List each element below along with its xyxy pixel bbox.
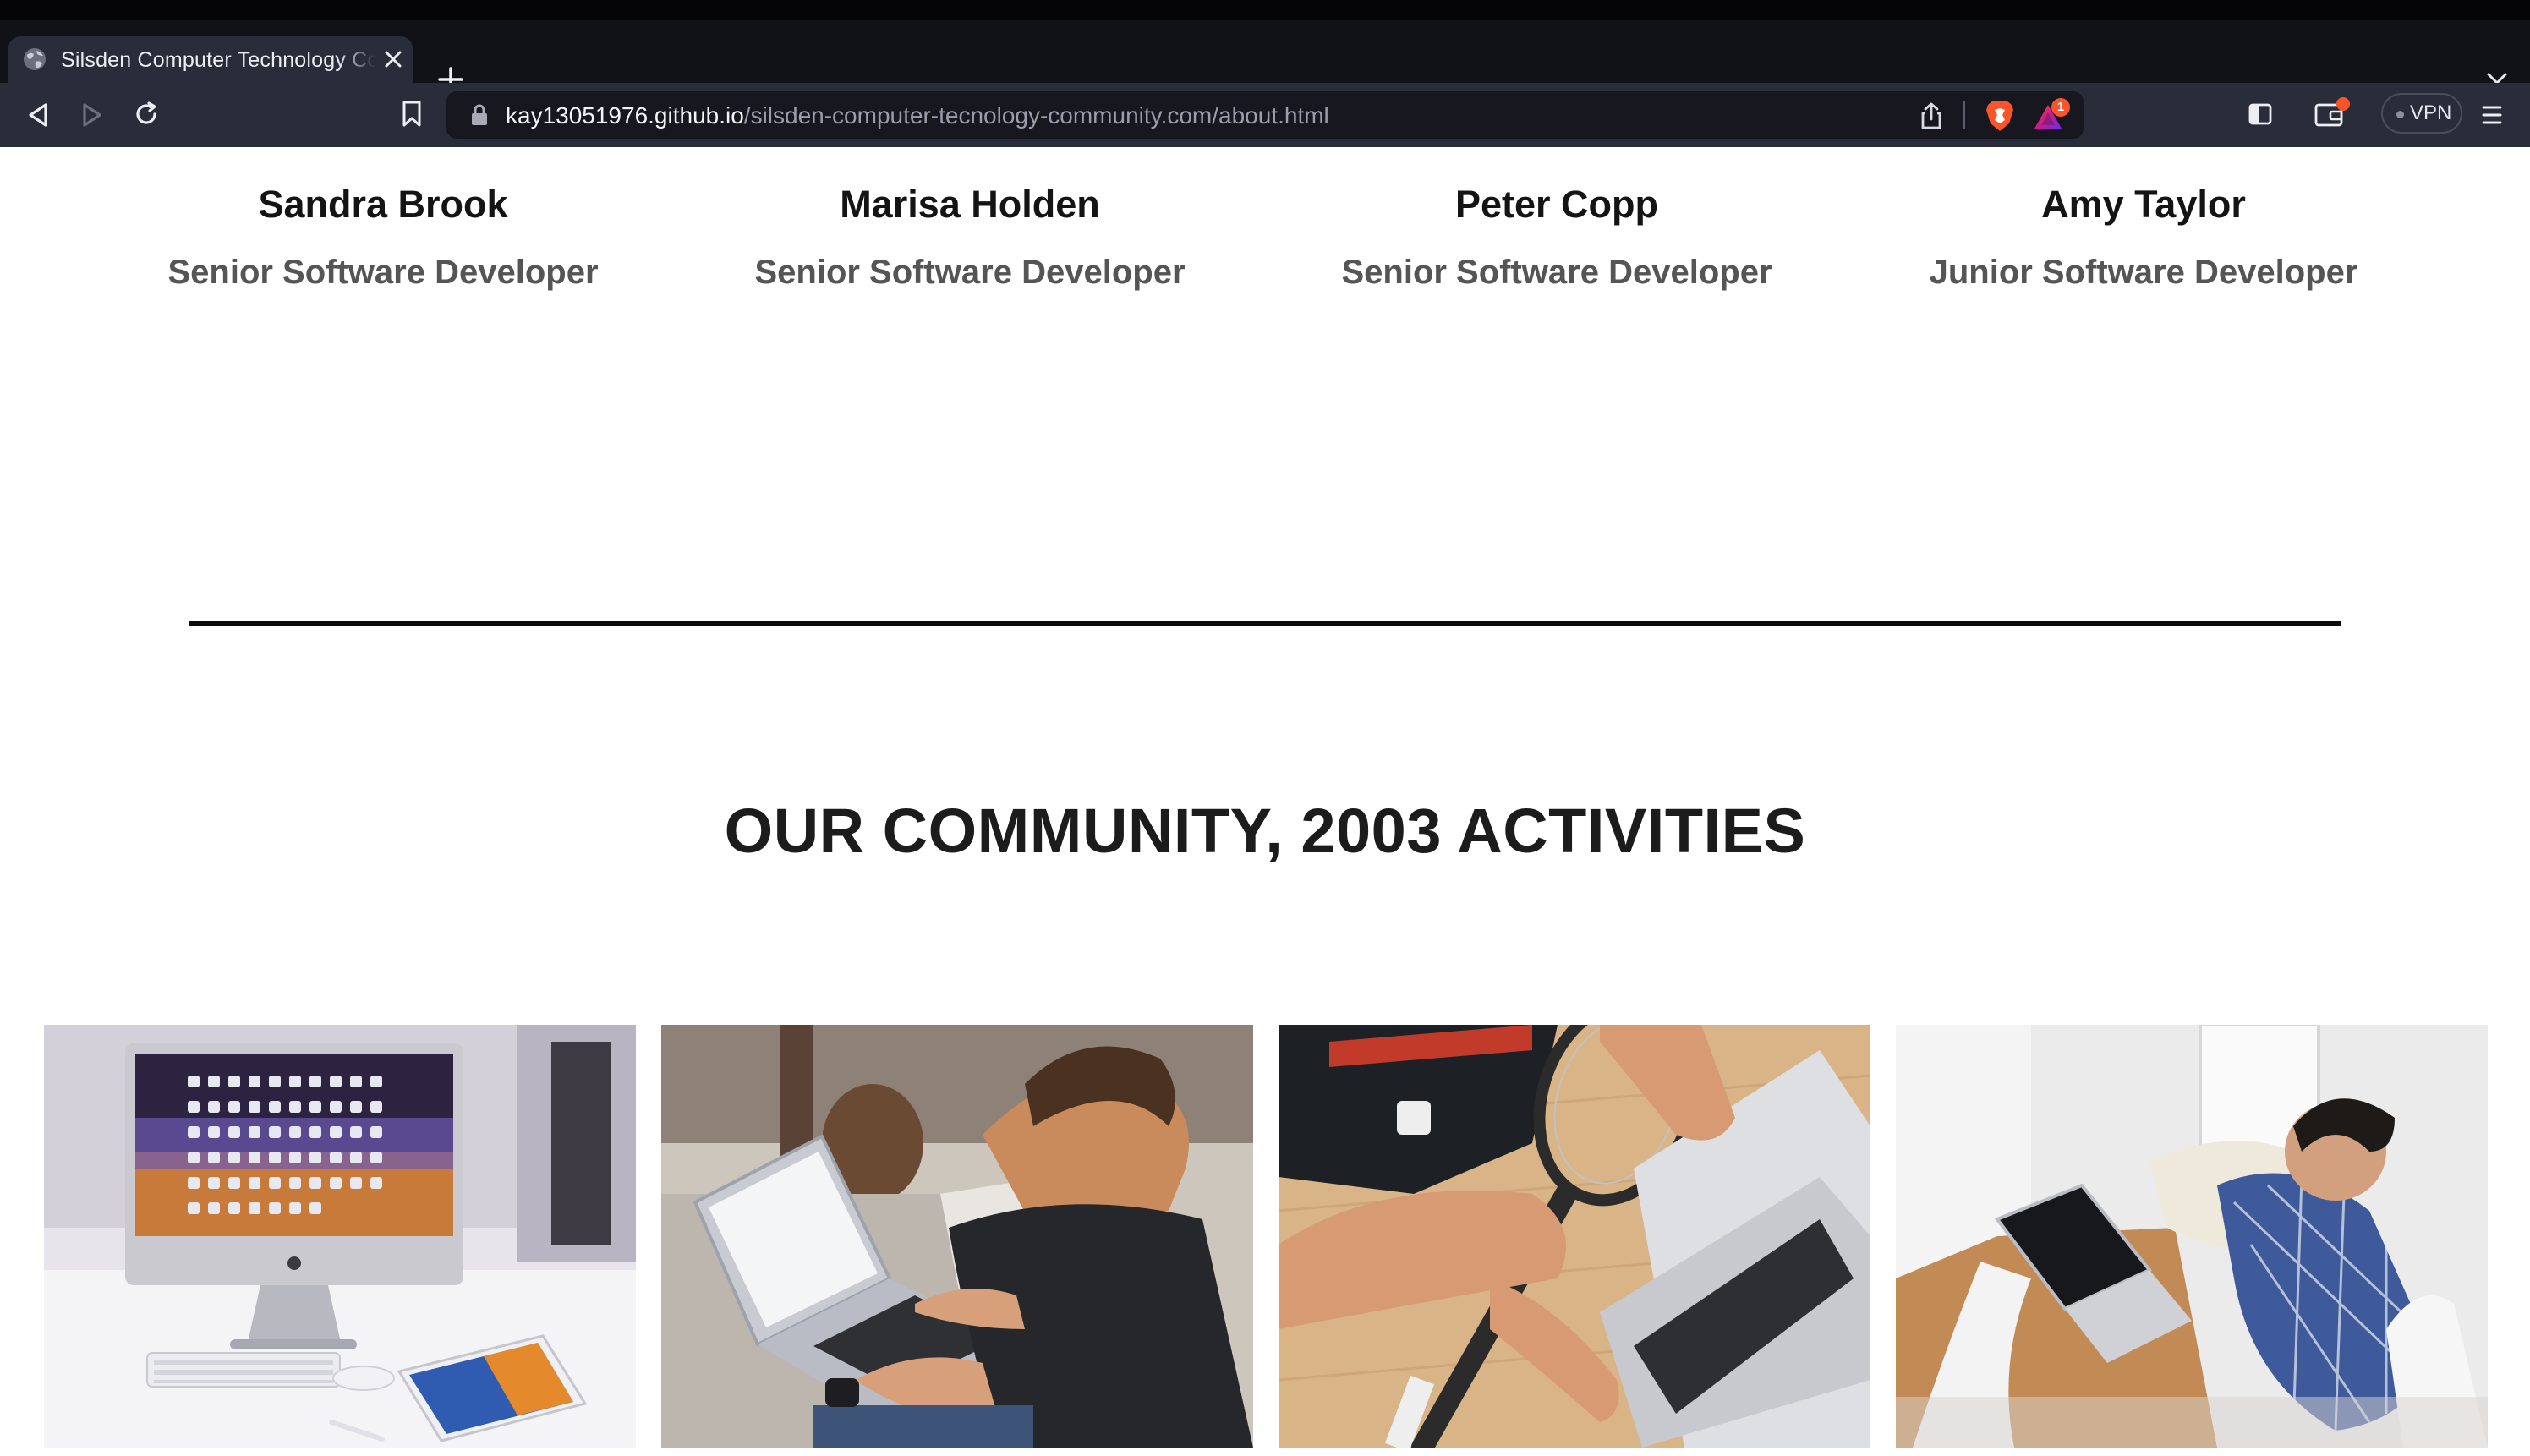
- member-name: Peter Copp: [1454, 183, 1659, 226]
- forward-icon: [83, 103, 101, 127]
- globe-icon: [24, 48, 46, 70]
- close-icon[interactable]: [382, 48, 404, 70]
- member-role: Senior Software Developer: [754, 254, 1186, 291]
- bookmark-icon[interactable]: [401, 100, 423, 129]
- vpn-button[interactable]: VPN: [2381, 93, 2462, 134]
- community-photo-reading-laptop: [1896, 1025, 2488, 1448]
- member-role: Junior Software Developer: [1929, 254, 2358, 291]
- section-divider: [189, 621, 2341, 626]
- member-name: Amy Taylor: [2041, 183, 2246, 226]
- address-bar-separator: [1963, 101, 1965, 129]
- member-role: Senior Software Developer: [1341, 254, 1772, 291]
- reload-icon[interactable]: [132, 100, 161, 129]
- tab-title: Silsden Computer Technology Community: [61, 48, 375, 72]
- address-bar[interactable]: kay13051976.github.io/silsden-computer-t…: [446, 91, 2084, 139]
- rewards-badge: 1: [2051, 98, 2070, 117]
- brave-rewards-button[interactable]: 1: [2033, 98, 2072, 132]
- team-member-card: Peter Copp Senior Software Developer: [1263, 181, 1850, 294]
- url-text: kay13051976.github.io/silsden-computer-t…: [506, 102, 1329, 129]
- brave-shields-icon[interactable]: [1984, 98, 2016, 134]
- community-photo-imac: [44, 1025, 636, 1448]
- community-photo-laptop-couch: [661, 1025, 1253, 1448]
- team-member-card: Marisa Holden Senior Software Developer: [676, 181, 1263, 294]
- member-name: Sandra Brook: [258, 183, 508, 226]
- menu-icon[interactable]: [2481, 103, 2503, 127]
- vpn-label: VPN: [2410, 101, 2452, 124]
- wallet-icon[interactable]: [2314, 96, 2351, 130]
- member-role: Senior Software Developer: [167, 254, 599, 291]
- community-photo-laptop-racket: [1279, 1025, 1870, 1448]
- lock-icon: [472, 104, 487, 125]
- member-name: Marisa Holden: [840, 183, 1100, 226]
- tab-bar: Silsden Computer Technology Community: [0, 20, 2530, 92]
- url-host: kay13051976.github.io: [506, 102, 744, 129]
- community-heading: OUR COMMUNITY, 2003 ACTIVITIES: [724, 796, 1806, 866]
- team-member-card: Amy Taylor Junior Software Developer: [1850, 181, 2437, 294]
- share-icon[interactable]: [1918, 101, 1945, 130]
- vpn-status-dot: [2396, 111, 2404, 118]
- active-tab[interactable]: Silsden Computer Technology Community: [8, 36, 413, 83]
- sidebar-icon[interactable]: [2248, 101, 2273, 127]
- browser-toolbar: kay13051976.github.io/silsden-computer-t…: [0, 83, 2530, 147]
- window-top-strip: [0, 0, 2530, 20]
- team-member-card: Sandra Brook Senior Software Developer: [90, 181, 676, 294]
- back-icon[interactable]: [25, 101, 51, 129]
- url-path: /silsden-computer-tecnology-community.co…: [743, 102, 1329, 129]
